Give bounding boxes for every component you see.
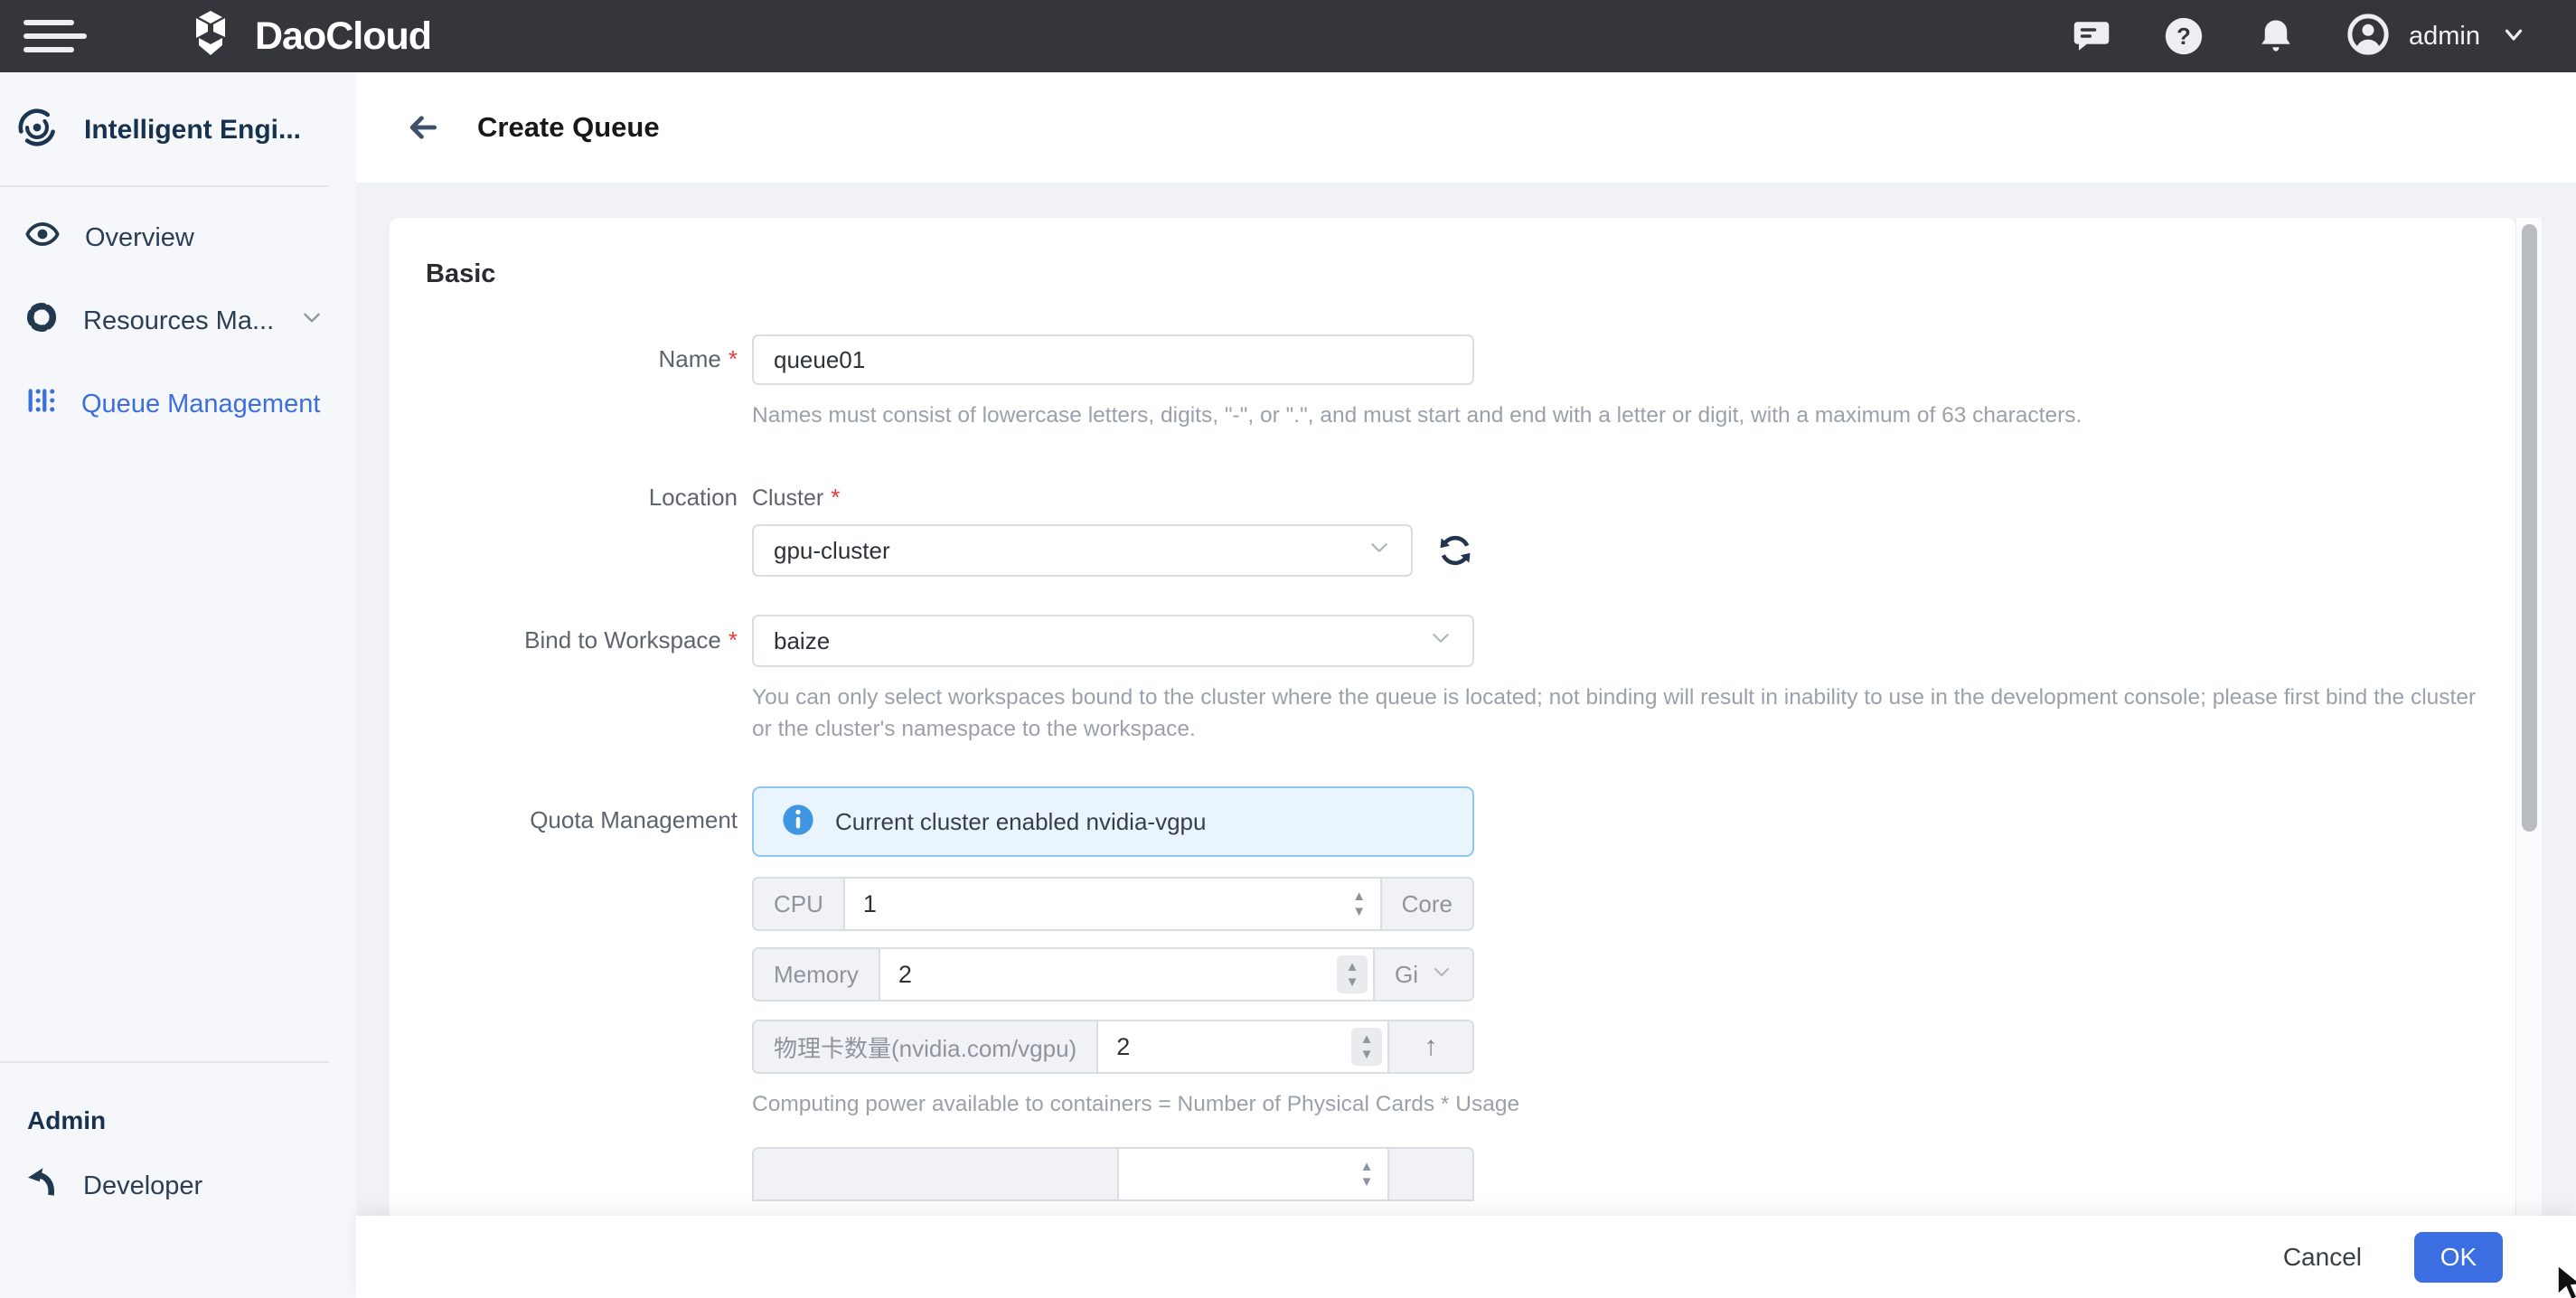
memory-prefix-label: Memory [754, 949, 880, 1000]
page-header: Create Queue [356, 72, 2576, 183]
sidebar-item-queue-management[interactable]: Queue Management [0, 362, 356, 446]
cluster-select[interactable]: gpu-cluster [752, 524, 1413, 577]
name-hint-row: Names must consist of lowercase letters,… [426, 400, 2515, 431]
sidebar-item-label: Resources Ma... [83, 306, 275, 336]
sidebar-item-overview[interactable]: Overview [0, 196, 356, 279]
partial-spinner[interactable]: ▲▼ [1351, 1155, 1382, 1193]
eye-icon [25, 217, 60, 259]
name-label: Name* [426, 334, 752, 385]
vgpu-up-arrow-icon[interactable]: ↑ [1387, 1021, 1472, 1072]
brand[interactable]: DaoCloud [186, 10, 431, 63]
form-card: Basic Name* Names must consist of lowerc… [390, 218, 2515, 1216]
scrollbar-track[interactable] [2515, 218, 2542, 1216]
topbar: DaoCloud ? admin [0, 0, 2576, 72]
memory-unit-select[interactable]: Gi [1373, 949, 1472, 1000]
ok-button[interactable]: OK [2414, 1232, 2503, 1283]
memory-quantity-input[interactable] [880, 949, 1373, 1000]
memory-quota-group: Memory ▲▼ Gi [752, 947, 1474, 1002]
chat-icon[interactable] [2071, 15, 2112, 57]
section-title: Basic [426, 259, 2515, 289]
product-title: Intelligent Engi... [84, 115, 301, 146]
vgpu-quantity-input[interactable] [1098, 1021, 1387, 1072]
sidebar-nav: Overview Resources Ma... Queue Managemen… [0, 187, 356, 446]
menu-toggle-icon[interactable] [0, 0, 99, 72]
required-asterisk: * [831, 484, 840, 511]
bell-icon[interactable] [2255, 15, 2297, 57]
sidebar-item-label: Developer [83, 1171, 324, 1201]
sidebar-product[interactable]: Intelligent Engi... [0, 72, 356, 185]
chevron-down-icon [2500, 21, 2527, 52]
cpu-quota-group: CPU ▲▼ Core [752, 877, 1474, 931]
info-icon [781, 803, 815, 842]
vgpu-prefix-label: 物理卡数量(nvidia.com/vgpu) [754, 1021, 1098, 1072]
resources-sync-icon [25, 301, 58, 341]
workspace-select[interactable]: baize [752, 615, 1474, 667]
partial-prefix [754, 1149, 1119, 1199]
location-row: Location Cluster* gpu-cluster [426, 484, 2515, 577]
sidebar-item-label: Queue Management [81, 390, 324, 419]
quota-hint: Computing power available to containers … [752, 1088, 1728, 1120]
sidebar-item-developer[interactable]: Developer [0, 1144, 356, 1227]
sidebar-section-admin: Admin [0, 1063, 356, 1144]
name-row: Name* [426, 334, 2515, 385]
memory-spinner[interactable]: ▲▼ [1337, 955, 1368, 993]
developer-reply-icon [25, 1166, 58, 1206]
intelligent-engine-icon [14, 105, 60, 155]
footer-bar: Cancel OK [356, 1216, 2576, 1298]
required-asterisk: * [729, 345, 738, 372]
required-asterisk: * [729, 626, 738, 654]
scrollbar-thumb[interactable] [2522, 224, 2537, 832]
workspace-row: Bind to Workspace* baize [426, 615, 2515, 667]
cpu-unit-label: Core [1380, 879, 1472, 929]
sidebar: Intelligent Engi... Overview Resources M… [0, 72, 356, 1298]
workspace-select-value: baize [774, 627, 1429, 655]
vgpu-spinner[interactable]: ▲▼ [1351, 1028, 1382, 1066]
cluster-select-value: gpu-cluster [774, 537, 1368, 565]
svg-text:?: ? [2176, 24, 2191, 50]
name-hint: Names must consist of lowercase letters,… [752, 400, 2478, 431]
main-area: Create Queue Basic Name* Names must cons… [356, 72, 2576, 1298]
workspace-hint: You can only select workspaces bound to … [752, 682, 2478, 745]
quota-row: Quota Management Current cluster enabled… [426, 786, 2515, 1201]
quota-row-partial: ▲▼ [752, 1147, 1474, 1201]
chevron-down-icon [300, 306, 324, 336]
cpu-spinner[interactable]: ▲▼ [1344, 885, 1375, 923]
partial-suffix [1387, 1149, 1472, 1199]
cpu-prefix-label: CPU [754, 879, 845, 929]
banner-text: Current cluster enabled nvidia-vgpu [835, 808, 1206, 836]
user-menu[interactable]: admin [2347, 14, 2527, 60]
quota-label: Quota Management [426, 786, 752, 1201]
user-avatar-icon [2347, 14, 2389, 60]
location-label: Location [426, 484, 752, 577]
mouse-cursor [2556, 1264, 2576, 1298]
sidebar-item-label: Overview [85, 223, 324, 253]
daocloud-logo-icon [186, 10, 235, 63]
chevron-down-icon [1368, 536, 1391, 566]
workspace-label: Bind to Workspace* [426, 615, 752, 667]
vgpu-quota-group: 物理卡数量(nvidia.com/vgpu) ▲▼ ↑ [752, 1020, 1474, 1074]
brand-name: DaoCloud [255, 14, 431, 59]
help-icon[interactable]: ? [2163, 15, 2205, 57]
refresh-icon[interactable] [1436, 531, 1474, 569]
workspace-hint-row: You can only select workspaces bound to … [426, 682, 2515, 745]
content-area: Basic Name* Names must consist of lowerc… [356, 183, 2576, 1216]
name-input[interactable] [752, 334, 1474, 385]
memory-unit-label: Gi [1395, 961, 1418, 989]
chevron-down-icon [1429, 626, 1453, 656]
chevron-down-icon [1431, 961, 1453, 989]
cluster-sub-label: Cluster* [752, 484, 1474, 512]
cancel-button[interactable]: Cancel [2283, 1243, 2362, 1272]
username-label: admin [2409, 22, 2480, 52]
sidebar-item-resources[interactable]: Resources Ma... [0, 279, 356, 362]
cpu-quantity-input[interactable] [845, 879, 1380, 929]
cluster-enabled-banner: Current cluster enabled nvidia-vgpu [752, 786, 1474, 857]
page-title: Create Queue [477, 111, 660, 144]
queue-grid-icon [25, 385, 56, 423]
back-arrow-icon[interactable] [403, 108, 443, 147]
